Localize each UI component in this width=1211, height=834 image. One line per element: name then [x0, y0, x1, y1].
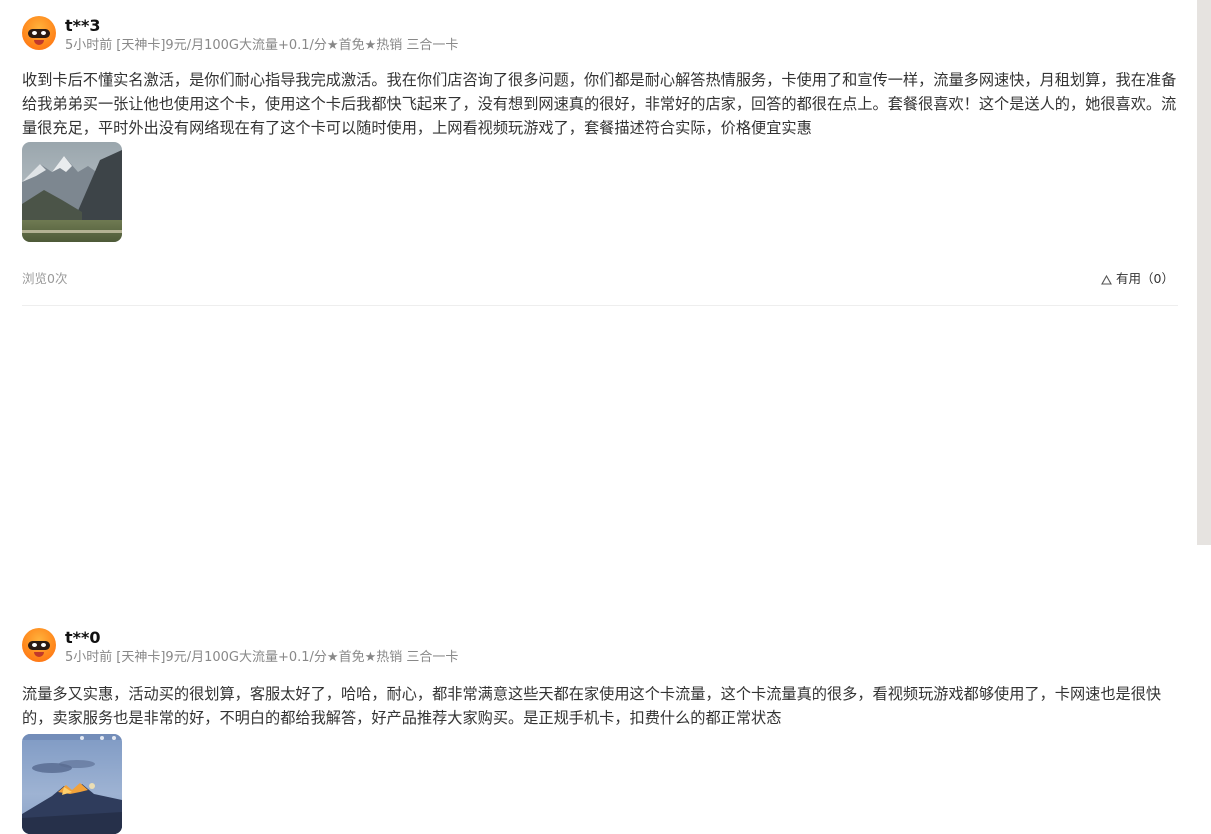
thumb-up-icon — [1101, 274, 1112, 285]
useful-button[interactable]: 有用（0） — [1101, 268, 1174, 287]
product-spec: [天神卡]9元/月100G大流量+0.1/分★首免★热销 三合一卡 — [116, 38, 459, 53]
reviewer-nickname: t**0 — [65, 628, 101, 647]
sunset-mountain-image — [22, 734, 122, 834]
avatar-eye-left — [32, 643, 37, 647]
avatar-eye-left — [32, 31, 37, 35]
review-meta: 5小时前 [天神卡]9元/月100G大流量+0.1/分★首免★热销 三合一卡 — [65, 649, 458, 667]
review-photo[interactable] — [22, 734, 122, 834]
review-content: 流量多又实惠，活动买的很划算，客服太好了，哈哈，耐心，都非常满意这些天都在家使用… — [22, 685, 1162, 727]
avatar[interactable] — [22, 628, 56, 662]
scrollbar-track[interactable] — [1197, 0, 1211, 545]
avatar-eye-right — [41, 643, 46, 647]
review-meta: 5小时前 [天神卡]9元/月100G大流量+0.1/分★首免★热销 三合一卡 — [65, 37, 458, 55]
reviewer-nickname: t**3 — [65, 16, 101, 35]
avatar-mouth — [34, 40, 44, 45]
product-spec: [天神卡]9元/月100G大流量+0.1/分★首免★热销 三合一卡 — [116, 650, 459, 665]
avatar-mouth — [34, 652, 44, 657]
review-item: t**3 5小时前 [天神卡]9元/月100G大流量+0.1/分★首免★热销 三合… — [22, 0, 1178, 306]
review-item: t**0 5小时前 [天神卡]9元/月100G大流量+0.1/分★首免★热销 三合… — [22, 306, 1178, 834]
avatar-eye-right — [41, 31, 46, 35]
review-time: 5小时前 — [65, 650, 113, 665]
review-list: t**3 5小时前 [天神卡]9元/月100G大流量+0.1/分★首免★热销 三合… — [22, 0, 1178, 834]
view-count: 浏览0次 — [22, 271, 68, 286]
review-time: 5小时前 — [65, 38, 113, 53]
review-photo[interactable] — [22, 142, 122, 242]
mountain-landscape-image — [22, 142, 122, 242]
avatar[interactable] — [22, 16, 56, 50]
useful-label: 有用（0） — [1116, 271, 1174, 286]
review-content: 收到卡后不懂实名激活，是你们耐心指导我完成激活。我在你们店咨询了很多问题，你们都… — [22, 71, 1177, 137]
